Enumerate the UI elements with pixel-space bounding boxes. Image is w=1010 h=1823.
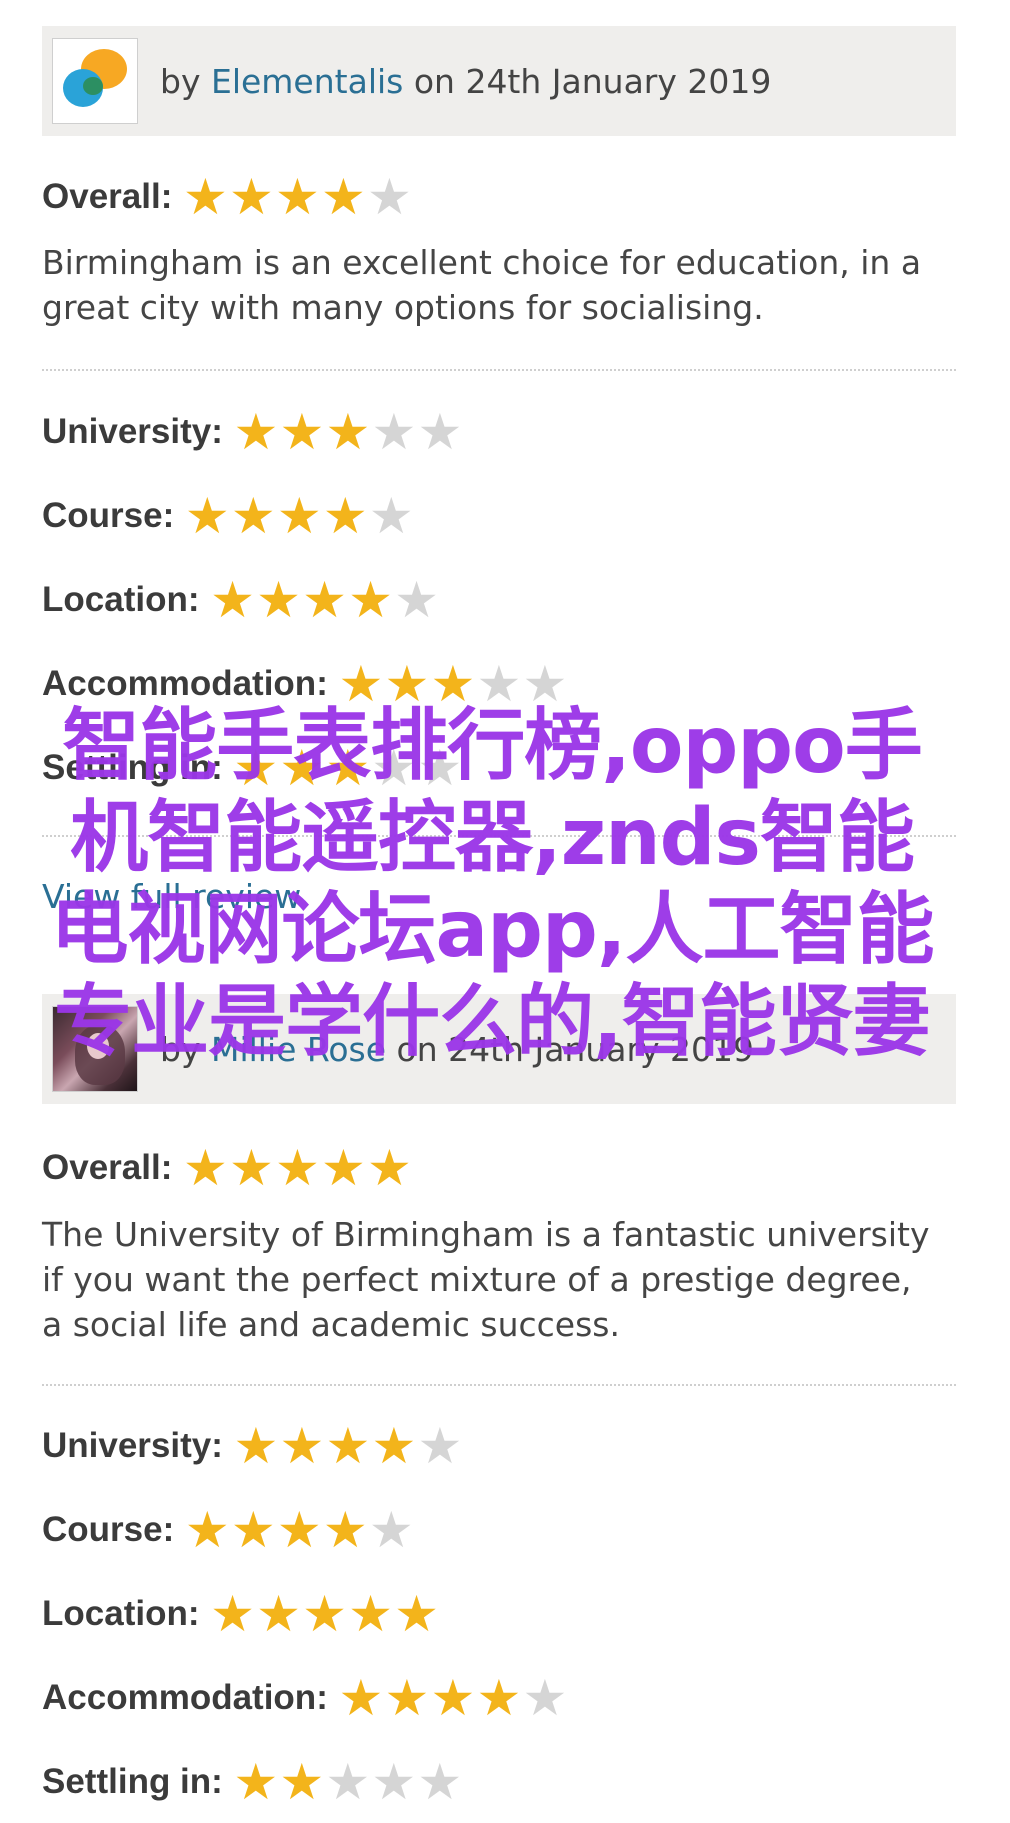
star-empty-icon: ★ (371, 1753, 417, 1811)
star-filled-icon: ★ (430, 1669, 476, 1727)
logo-green-shape (83, 77, 103, 95)
star-filled-icon: ★ (184, 487, 230, 545)
star-filled-icon: ★ (279, 1417, 325, 1475)
divider (42, 369, 956, 371)
star-filled-icon: ★ (302, 571, 347, 629)
star-rating: ★ ★ ★ ★ ★ (338, 1673, 568, 1723)
category-label: Accommodation: (42, 1678, 328, 1717)
category-rating-row-university: University: ★ ★ ★ ★ ★ (42, 407, 463, 457)
star-rating: ★ ★ ★ ★ ★ (233, 1757, 463, 1807)
author-link[interactable]: Elementalis (211, 62, 403, 101)
star-filled-icon: ★ (325, 1417, 371, 1475)
star-filled-icon: ★ (210, 1585, 255, 1643)
star-filled-icon: ★ (276, 1501, 322, 1559)
star-filled-icon: ★ (230, 1501, 276, 1559)
category-rating-row-settling-in: Settling in: ★ ★ ★ ★ ★ (42, 1757, 463, 1807)
star-filled-icon: ★ (228, 168, 274, 226)
category-label: Location: (42, 1594, 200, 1633)
star-filled-icon: ★ (322, 1501, 368, 1559)
star-rating: ★ ★ ★ ★ ★ (182, 172, 412, 222)
star-filled-icon: ★ (182, 168, 228, 226)
star-filled-icon: ★ (233, 403, 279, 461)
category-rating-row-accommodation: Accommodation: ★ ★ ★ ★ ★ (42, 1673, 568, 1723)
star-filled-icon: ★ (233, 1753, 279, 1811)
review-page: by Elementalis on 24th January 2019 Over… (0, 0, 1010, 1823)
review-comment: Birmingham is an excellent choice for ed… (42, 243, 922, 327)
star-filled-icon: ★ (230, 487, 276, 545)
category-label: Course: (42, 496, 175, 535)
star-filled-icon: ★ (366, 1139, 412, 1197)
review-header: by Elementalis on 24th January 2019 (42, 26, 956, 136)
star-rating: ★ ★ ★ ★ ★ (182, 1143, 412, 1193)
category-rating-row-university: University: ★ ★ ★ ★ ★ (42, 1421, 463, 1471)
category-label: Settling in: (42, 1762, 223, 1801)
star-empty-icon: ★ (368, 487, 414, 545)
divider (42, 1384, 956, 1386)
star-filled-icon: ★ (256, 571, 301, 629)
category-rating-row-course: Course: ★ ★ ★ ★ ★ (42, 1505, 414, 1555)
overall-rating-row: Overall: ★ ★ ★ ★ ★ (42, 172, 412, 222)
star-rating: ★ ★ ★ ★ ★ (233, 1421, 463, 1471)
star-empty-icon: ★ (522, 1669, 568, 1727)
star-filled-icon: ★ (210, 571, 255, 629)
star-filled-icon: ★ (348, 1585, 393, 1643)
category-label: Accommodation: (42, 664, 328, 703)
star-filled-icon: ★ (348, 571, 393, 629)
by-prefix: by (160, 61, 211, 101)
star-rating: ★ ★ ★ ★ ★ (209, 575, 439, 625)
star-filled-icon: ★ (325, 403, 371, 461)
star-filled-icon: ★ (274, 1139, 320, 1197)
overall-label: Overall: (42, 1148, 173, 1187)
star-filled-icon: ★ (276, 487, 322, 545)
review-date: on 24th January 2019 (403, 61, 772, 101)
category-label: University: (42, 1426, 223, 1465)
star-empty-icon: ★ (368, 1501, 414, 1559)
elementalis-logo-avatar[interactable] (52, 38, 138, 124)
overall-label: Overall: (42, 177, 173, 216)
star-filled-icon: ★ (371, 1417, 417, 1475)
review-byline: by Elementalis on 24th January 2019 (160, 62, 771, 101)
star-filled-icon: ★ (279, 403, 325, 461)
star-filled-icon: ★ (394, 1585, 439, 1643)
star-filled-icon: ★ (320, 1139, 366, 1197)
star-empty-icon: ★ (325, 1753, 371, 1811)
star-filled-icon: ★ (279, 1753, 325, 1811)
review-comment: The University of Birmingham is a fantas… (42, 1215, 930, 1344)
category-label: University: (42, 412, 223, 451)
star-empty-icon: ★ (417, 1753, 463, 1811)
star-filled-icon: ★ (274, 168, 320, 226)
star-filled-icon: ★ (338, 1669, 384, 1727)
star-filled-icon: ★ (384, 1669, 430, 1727)
star-filled-icon: ★ (233, 1417, 279, 1475)
star-rating: ★ ★ ★ ★ ★ (233, 407, 463, 457)
star-filled-icon: ★ (184, 1501, 230, 1559)
star-filled-icon: ★ (322, 487, 368, 545)
star-empty-icon: ★ (417, 403, 463, 461)
star-filled-icon: ★ (476, 1669, 522, 1727)
overall-rating-row: Overall: ★ ★ ★ ★ ★ (42, 1143, 412, 1193)
overlay-headline-text: 智能手表排行榜,oppo手机智能遥控器,znds智能电视网论坛app,人工智能专… (50, 701, 935, 1067)
star-empty-icon: ★ (366, 168, 412, 226)
star-rating: ★ ★ ★ ★ ★ (184, 491, 414, 541)
category-rating-row-location: Location: ★ ★ ★ ★ ★ (42, 1589, 439, 1639)
star-filled-icon: ★ (256, 1585, 301, 1643)
star-filled-icon: ★ (302, 1585, 347, 1643)
star-rating: ★ ★ ★ ★ ★ (184, 1505, 414, 1555)
star-empty-icon: ★ (394, 571, 439, 629)
star-empty-icon: ★ (371, 403, 417, 461)
star-filled-icon: ★ (228, 1139, 274, 1197)
star-empty-icon: ★ (417, 1417, 463, 1475)
category-label: Course: (42, 1510, 175, 1549)
star-filled-icon: ★ (182, 1139, 228, 1197)
category-label: Location: (42, 580, 200, 619)
category-rating-row-course: Course: ★ ★ ★ ★ ★ (42, 491, 414, 541)
star-rating: ★ ★ ★ ★ ★ (209, 1589, 439, 1639)
star-filled-icon: ★ (320, 168, 366, 226)
category-rating-row-location: Location: ★ ★ ★ ★ ★ (42, 575, 439, 625)
